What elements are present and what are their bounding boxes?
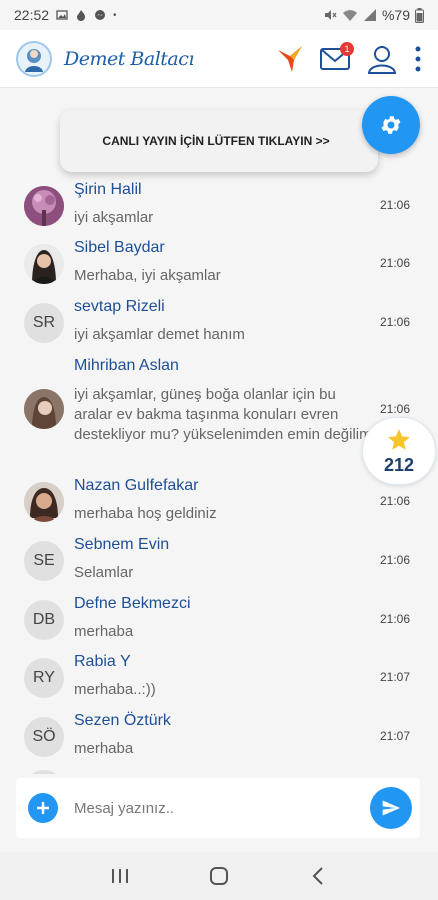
- sender-name: Sezen Öztürk: [74, 712, 171, 729]
- status-bar: 22:52 • %79: [0, 0, 438, 30]
- gallery-icon: [56, 10, 68, 20]
- message-text: merhaba..:)): [74, 681, 156, 698]
- sender-name: Sibel Baydar: [74, 239, 165, 256]
- system-nav-bar: [0, 852, 438, 900]
- message-text: merhaba hoş geldiniz: [74, 505, 217, 522]
- message-text: merhaba: [74, 740, 134, 757]
- sender-name: Defne Bekmezci: [74, 595, 191, 612]
- message-time: 21:06: [380, 256, 411, 270]
- star-badge[interactable]: 212: [362, 417, 436, 485]
- star-icon: [388, 428, 410, 450]
- messenger-icon: [95, 10, 106, 20]
- message-composer: [16, 778, 420, 838]
- avatar: RY: [24, 658, 64, 698]
- message-time: 21:06: [380, 198, 411, 212]
- message-text: merhaba: [74, 623, 134, 640]
- mail-button[interactable]: 1: [320, 41, 354, 71]
- mail-badge: 1: [340, 41, 354, 56]
- profile-button[interactable]: [366, 43, 398, 75]
- signal-icon: [363, 9, 376, 21]
- sender-name: Rabia Y: [74, 653, 131, 670]
- status-time: 22:52: [14, 7, 50, 23]
- wifi-icon: [342, 10, 357, 21]
- plus-icon: [37, 802, 49, 814]
- gear-icon: [381, 116, 401, 134]
- avatar: [24, 186, 64, 226]
- message-time: 21:07: [380, 729, 411, 743]
- brand-title: Demet Baltacı: [64, 47, 194, 70]
- star-count: 212: [383, 454, 415, 475]
- message-time: 21:06: [380, 315, 411, 329]
- recent-apps-icon: [111, 869, 128, 883]
- logo-icon[interactable]: [16, 40, 52, 77]
- profile-icon: [367, 45, 397, 74]
- send-icon: [382, 800, 401, 816]
- home-button[interactable]: [199, 856, 239, 896]
- back-icon: [312, 867, 324, 885]
- bird-logo-icon[interactable]: [276, 44, 304, 74]
- send-button[interactable]: [370, 787, 412, 829]
- more-vert-icon: [415, 46, 421, 71]
- recent-apps-button[interactable]: [100, 856, 140, 896]
- home-icon: [209, 867, 228, 885]
- message-time: 21:06: [380, 402, 411, 416]
- app-header: Demet Baltacı 1: [0, 30, 438, 88]
- avatar: DB: [24, 600, 64, 640]
- mute-icon: [324, 10, 337, 20]
- avatar: [24, 770, 64, 774]
- message-time: 21:06: [380, 553, 411, 567]
- dot-icon: •: [113, 9, 117, 21]
- battery-text: %79: [381, 7, 410, 23]
- flame-icon: [77, 10, 86, 21]
- back-button[interactable]: [298, 856, 338, 896]
- sender-name: Mihriban Aslan: [74, 357, 179, 374]
- avatar: [24, 482, 64, 522]
- avatar: [24, 389, 64, 429]
- message-text: iyi akşamlar demet hanım: [74, 326, 245, 343]
- sender-name: Şirin Halil: [74, 181, 142, 198]
- message-text: Selamlar: [74, 564, 134, 581]
- avatar: SR: [24, 303, 64, 343]
- message-text: Merhaba, iyi akşamlar: [74, 267, 221, 284]
- add-attachment-button[interactable]: [28, 793, 58, 823]
- message-time: 21:06: [380, 494, 411, 508]
- avatar: SÖ: [24, 717, 64, 757]
- settings-button[interactable]: [362, 96, 420, 154]
- avatar: [24, 244, 64, 284]
- sender-name: Nazan Gulfefakar: [74, 477, 199, 494]
- message-text: iyi akşamlar, güneş boğa olanlar için bu…: [74, 386, 372, 443]
- avatar: SE: [24, 541, 64, 581]
- live-stream-banner[interactable]: CANLI YAYIN İÇİN LÜTFEN TIKLAYIN >>: [60, 110, 378, 172]
- sender-name: sevtap Rizeli: [74, 298, 165, 315]
- more-button[interactable]: [414, 45, 422, 73]
- message-time: 21:07: [380, 670, 411, 684]
- sender-name: Sebnem Evin: [74, 536, 170, 553]
- message-input[interactable]: [74, 799, 370, 817]
- message-text: iyi akşamlar: [74, 209, 154, 226]
- battery-icon: [415, 7, 424, 23]
- message-time: 21:06: [380, 612, 411, 626]
